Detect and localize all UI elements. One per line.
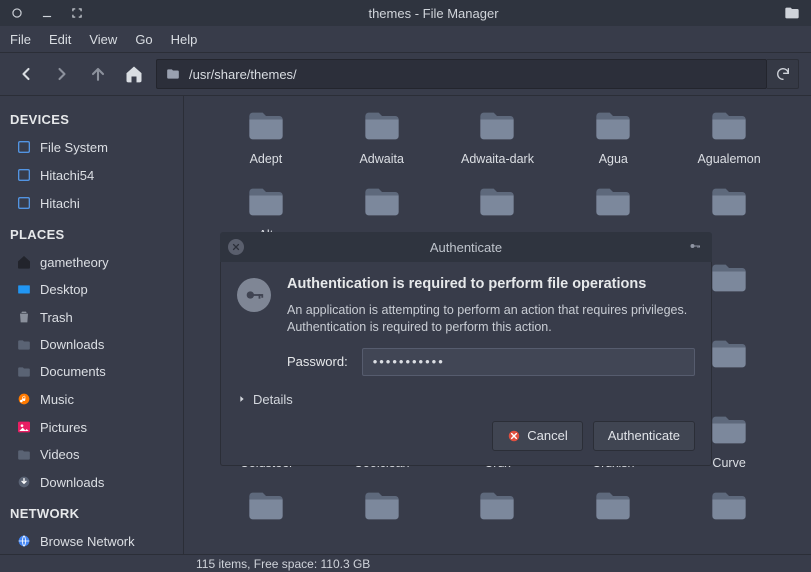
back-button[interactable]: [12, 60, 40, 88]
chevron-right-icon: [237, 394, 247, 404]
sidebar-head-places: PLACES: [0, 217, 183, 248]
sidebar-item-downloads[interactable]: Downloads: [0, 331, 183, 358]
status-text: 115 items, Free space: 110.3 GB: [196, 557, 370, 571]
sidebar-item-music[interactable]: Music: [0, 385, 183, 413]
folder-icon: [783, 5, 801, 21]
menu-go[interactable]: Go: [135, 32, 152, 47]
folder-icon: [239, 486, 293, 526]
folder-icon: [355, 182, 409, 222]
authenticate-button[interactable]: Authenticate: [593, 421, 695, 451]
folder-label: Adwaita: [359, 152, 403, 166]
refresh-button[interactable]: [767, 59, 799, 89]
folder-item[interactable]: Agualemon: [671, 106, 787, 166]
close-icon[interactable]: [228, 239, 244, 255]
folder-icon: [239, 106, 293, 146]
folder-item[interactable]: [555, 486, 671, 532]
folder-label: Adept: [250, 152, 283, 166]
password-label: Password:: [287, 354, 348, 369]
menu-view[interactable]: View: [89, 32, 117, 47]
cancel-button[interactable]: Cancel: [492, 421, 582, 451]
home-button[interactable]: [120, 60, 148, 88]
minimize-icon[interactable]: [40, 6, 54, 20]
sidebar-item-filesystem[interactable]: File System: [0, 133, 183, 161]
maximize-icon[interactable]: [70, 6, 84, 20]
folder-icon: [586, 106, 640, 146]
folder-icon: [355, 106, 409, 146]
sidebar-item-disk1[interactable]: Hitachi54: [0, 161, 183, 189]
folder-icon: [355, 486, 409, 526]
folder-icon: [470, 486, 524, 526]
folder-icon: [586, 486, 640, 526]
dialog-title: Authenticate: [220, 240, 712, 255]
toolbar: /usr/share/themes/: [0, 52, 811, 96]
menu-file[interactable]: File: [10, 32, 31, 47]
folder-label: Agua: [599, 152, 628, 166]
forward-button[interactable]: [48, 60, 76, 88]
sidebar: DEVICES File System Hitachi54 Hitachi PL…: [0, 96, 184, 554]
folder-label: Curve: [712, 456, 745, 470]
menu-help[interactable]: Help: [171, 32, 198, 47]
folder-item[interactable]: [324, 486, 440, 532]
password-input[interactable]: [362, 348, 695, 376]
folder-item[interactable]: [671, 486, 787, 532]
folder-label: Adwaita-dark: [461, 152, 534, 166]
folder-label: Agualemon: [697, 152, 760, 166]
sidebar-head-devices: DEVICES: [0, 102, 183, 133]
folder-item[interactable]: Agua: [555, 106, 671, 166]
folder-icon: [239, 182, 293, 222]
sidebar-item-downloads2[interactable]: Downloads: [0, 468, 183, 496]
sidebar-item-documents[interactable]: Documents: [0, 358, 183, 385]
address-path: /usr/share/themes/: [189, 67, 297, 82]
window-title: themes - File Manager: [100, 6, 767, 21]
sidebar-item-network[interactable]: Browse Network: [0, 527, 183, 554]
folder-item[interactable]: [208, 486, 324, 532]
authenticate-dialog: Authenticate Authentication is required …: [220, 232, 712, 466]
content-area: AdeptAdwaitaAdwaita-darkAguaAgualemonAlt…: [184, 96, 811, 554]
menu-edit[interactable]: Edit: [49, 32, 71, 47]
dialog-heading: Authentication is required to perform fi…: [287, 276, 695, 292]
sidebar-head-network: NETWORK: [0, 496, 183, 527]
folder-item[interactable]: Adept: [208, 106, 324, 166]
folder-item[interactable]: Adwaita: [324, 106, 440, 166]
details-expander[interactable]: Details: [237, 392, 695, 407]
status-bar: 115 items, Free space: 110.3 GB: [0, 554, 811, 572]
sidebar-item-videos[interactable]: Videos: [0, 441, 183, 468]
sidebar-item-home[interactable]: gametheory: [0, 248, 183, 276]
up-button[interactable]: [84, 60, 112, 88]
sidebar-item-pictures[interactable]: Pictures: [0, 413, 183, 441]
window-titlebar: themes - File Manager: [0, 0, 811, 26]
address-bar[interactable]: /usr/share/themes/: [156, 59, 767, 89]
folder-icon: [702, 106, 756, 146]
key-icon: [686, 240, 704, 255]
folder-icon: [470, 182, 524, 222]
folder-icon: [586, 182, 640, 222]
folder-icon: [702, 182, 756, 222]
sidebar-item-disk2[interactable]: Hitachi: [0, 189, 183, 217]
menu-bar: File Edit View Go Help: [0, 26, 811, 52]
folder-icon: [702, 486, 756, 526]
dialog-body-text: An application is attempting to perform …: [287, 302, 695, 336]
cancel-icon: [507, 429, 521, 443]
folder-icon: [470, 106, 524, 146]
sidebar-item-trash[interactable]: Trash: [0, 303, 183, 331]
folder-item[interactable]: Adwaita-dark: [440, 106, 556, 166]
window-menu-icon[interactable]: [10, 6, 24, 20]
sidebar-item-desktop[interactable]: Desktop: [0, 276, 183, 303]
key-badge-icon: [237, 278, 271, 312]
dialog-titlebar[interactable]: Authenticate: [220, 232, 712, 262]
folder-item[interactable]: [440, 486, 556, 532]
